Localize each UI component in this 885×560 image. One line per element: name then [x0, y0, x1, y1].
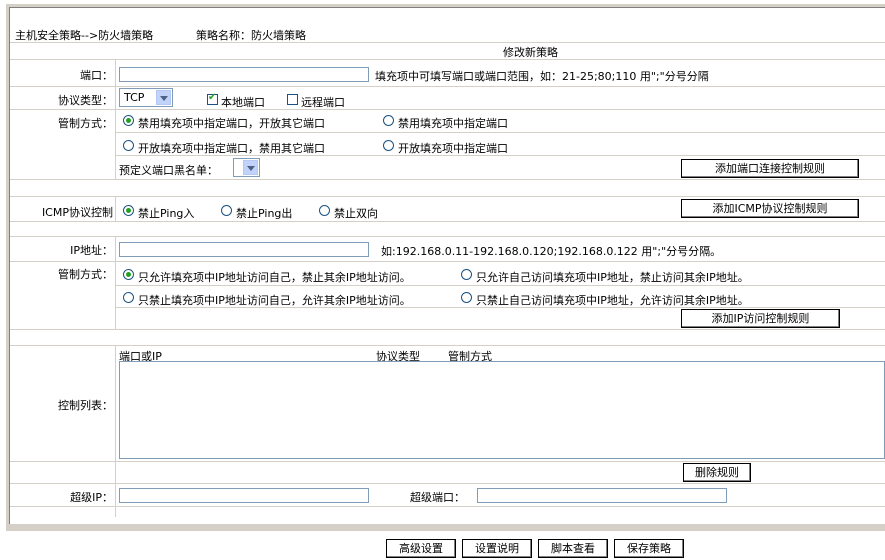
super-port-input[interactable]: [477, 488, 727, 503]
icmp-radio-ping-in[interactable]: [123, 205, 134, 216]
ip-control-label: 管制方式：: [58, 268, 113, 281]
remote-port-label: 远程端口: [301, 96, 345, 109]
control-list-box[interactable]: [119, 361, 885, 459]
divider: [115, 285, 885, 286]
divider: [10, 329, 885, 330]
chevron-down-icon[interactable]: [156, 90, 171, 105]
divider: [10, 461, 885, 462]
ip-control-option-3: 只禁止填充项中IP地址访问自己，允许其余IP地址访问。: [138, 294, 411, 307]
divider: [115, 307, 885, 308]
add-port-rule-button[interactable]: 添加端口连接控制规则: [681, 159, 859, 178]
icmp-label: ICMP协议控制: [41, 206, 113, 219]
blacklist-select[interactable]: [233, 158, 260, 177]
protocol-select[interactable]: TCP: [119, 88, 173, 107]
icmp-option-both: 禁止双向: [334, 207, 378, 220]
icmp-option-ping-in: 禁止Ping入: [138, 207, 195, 220]
divider: [10, 345, 885, 346]
port-control-option-4: 开放填充项中指定端口: [398, 142, 508, 155]
super-ip-input[interactable]: [119, 488, 369, 503]
window-frame: 主机安全策略-->防火墙策略 策略名称：防火墙策略 修改新策略 端口： 填充项中…: [6, 4, 885, 531]
ip-input[interactable]: [119, 242, 369, 257]
chevron-down-icon[interactable]: [243, 160, 258, 175]
local-port-label: 本地端口: [221, 96, 265, 109]
ip-control-radio-1[interactable]: [123, 269, 134, 280]
protocol-label: 协议类型：: [58, 94, 113, 107]
policy-name: 策略名称：防火墙策略: [196, 29, 306, 42]
divider: [10, 483, 885, 484]
divider: [10, 506, 885, 507]
port-control-option-2: 禁用填充项中指定端口: [398, 117, 508, 130]
form-title: 修改新策略: [503, 46, 558, 59]
port-control-label: 管制方式：: [58, 117, 113, 130]
ip-control-radio-2[interactable]: [461, 269, 472, 280]
ip-control-radio-3[interactable]: [123, 292, 134, 303]
port-input[interactable]: [119, 67, 369, 82]
ip-control-radio-4[interactable]: [461, 292, 472, 303]
divider: [10, 59, 885, 60]
port-control-radio-4[interactable]: [383, 140, 394, 151]
icmp-radio-ping-out[interactable]: [221, 205, 232, 216]
add-icmp-rule-button[interactable]: 添加ICMP协议控制规则: [681, 199, 859, 218]
port-control-radio-3[interactable]: [123, 140, 134, 151]
icmp-radio-both[interactable]: [319, 205, 330, 216]
port-hint: 填充项中可填写端口或端口范围，如：21-25;80;110 用";"分号分隔: [375, 70, 709, 83]
port-control-radio-1[interactable]: [123, 115, 134, 126]
super-port-label: 超级端口：: [410, 491, 465, 504]
local-port-checkbox[interactable]: [207, 92, 218, 105]
blacklist-label: 预定义端口黑名单：: [119, 164, 218, 177]
policy-form-panel: 主机安全策略-->防火墙策略 策略名称：防火墙策略 修改新策略 端口： 填充项中…: [9, 7, 885, 524]
divider: [10, 109, 885, 110]
port-label: 端口：: [80, 69, 113, 82]
divider: [10, 42, 885, 43]
ip-label: IP地址：: [70, 244, 113, 257]
super-ip-label: 超级IP：: [70, 491, 113, 504]
protocol-select-value: TCP: [124, 91, 145, 104]
add-ip-rule-button[interactable]: 添加IP访问控制规则: [681, 309, 840, 328]
icmp-option-ping-out: 禁止Ping出: [236, 207, 293, 220]
settings-help-button[interactable]: 设置说明: [462, 539, 532, 558]
port-control-radio-2[interactable]: [383, 115, 394, 126]
port-control-option-3: 开放填充项中指定端口，禁用其它端口: [138, 142, 325, 155]
column-divider: [115, 345, 116, 517]
save-policy-button[interactable]: 保存策略: [614, 539, 684, 558]
delete-rule-button[interactable]: 删除规则: [683, 463, 751, 482]
port-control-option-1: 禁用填充项中指定端口，开放其它端口: [138, 117, 325, 130]
script-view-button[interactable]: 脚本查看: [538, 539, 608, 558]
divider: [115, 132, 885, 133]
divider: [10, 261, 885, 262]
column-divider: [115, 236, 116, 329]
divider: [10, 86, 885, 87]
ip-control-option-2: 只允许自己访问填充项中IP地址，禁止访问其余IP地址。: [476, 271, 749, 284]
divider: [10, 221, 885, 222]
ip-control-option-1: 只允许填充项中IP地址访问自己，禁止其余IP地址访问。: [138, 271, 411, 284]
remote-port-checkbox[interactable]: [287, 94, 298, 105]
breadcrumb: 主机安全策略-->防火墙策略: [15, 29, 154, 42]
divider: [115, 155, 885, 156]
divider: [10, 196, 885, 197]
control-list-label: 控制列表：: [58, 399, 113, 412]
column-divider: [115, 59, 116, 179]
column-divider: [115, 196, 116, 221]
ip-control-option-4: 只禁止自己访问填充项中IP地址，允许访问其余IP地址。: [476, 294, 749, 307]
divider: [10, 236, 885, 237]
ip-hint: 如:192.168.0.11-192.168.0.120;192.168.0.1…: [381, 245, 722, 258]
advanced-settings-button[interactable]: 高级设置: [386, 539, 456, 558]
divider: [10, 179, 885, 180]
